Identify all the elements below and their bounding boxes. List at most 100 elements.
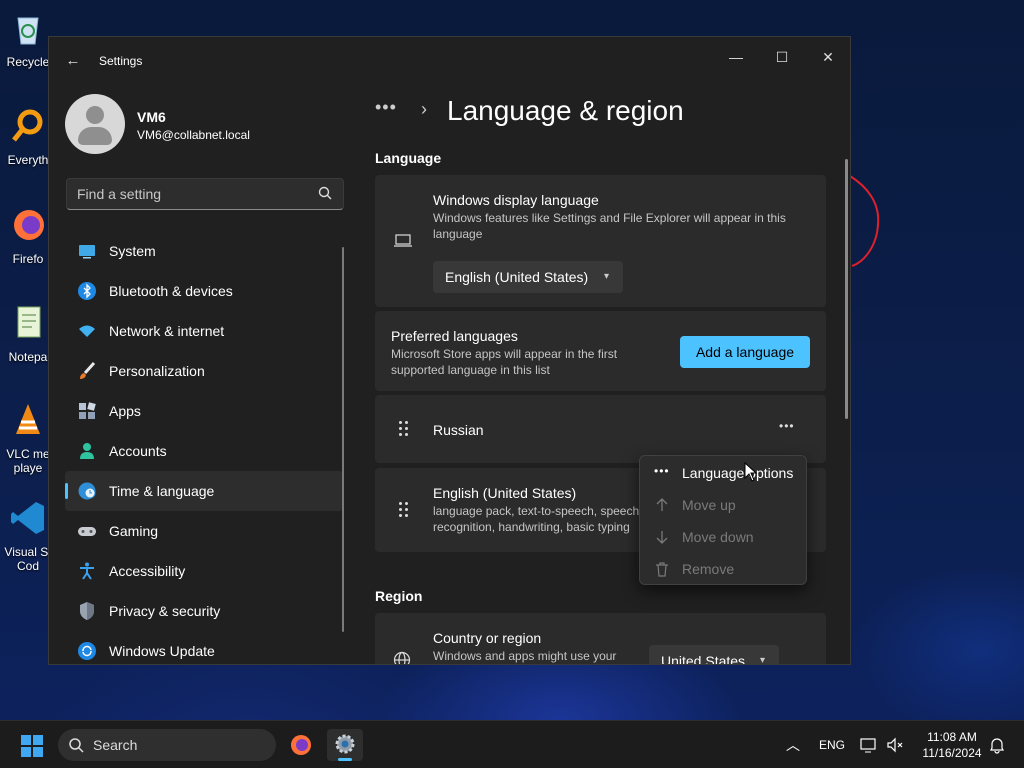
display-language-title: Windows display language [433,192,599,208]
system-clock[interactable]: 11:08 AM 11/16/2024 [912,729,992,761]
system-icon [79,245,95,259]
country-region-card: Country or region Windows and apps might… [375,613,826,665]
sidebar-item-label: Time & language [109,483,215,499]
language-details: language pack, text-to-speech, speech re… [433,504,640,534]
volume-muted-icon[interactable] [886,736,904,754]
windows-start-icon[interactable] [20,734,44,758]
country-region-description: Windows and apps might use your [433,649,617,663]
network-icon [79,325,95,337]
sidebar-item-label: Gaming [109,523,159,539]
apps-icon [79,402,96,419]
sidebar-item-time-language[interactable]: Time & language [65,471,343,511]
preferred-languages-description: Microsoft Store apps will appear in the … [391,347,618,377]
menu-item-label: Language options [682,465,794,481]
sidebar-item-label: Privacy & security [109,603,221,619]
mouse-cursor-icon [744,462,758,482]
preferred-languages-title: Preferred languages [391,328,518,344]
sidebar-nav: System Bluetooth & devices Network & int… [65,231,343,664]
country-region-dropdown[interactable]: United States ▾ [649,645,779,665]
back-arrow-icon[interactable]: ← [63,51,83,71]
sidebar-item-bluetooth[interactable]: Bluetooth & devices [65,271,343,311]
menu-item-label: Remove [682,561,735,577]
accessibility-icon [80,562,94,580]
search-icon[interactable] [317,185,333,201]
gamepad-icon [78,527,96,536]
vlc-icon [16,404,40,434]
maximize-button[interactable]: ☐ [759,43,805,71]
menu-item-language-options[interactable]: ••• Language options [644,458,802,488]
menu-item-label: Move up [682,497,736,513]
language-context-menu: ••• Language options Move up Move down R… [639,455,807,585]
menu-item-move-down[interactable]: Move down [644,522,802,552]
sidebar-item-label: Accessibility [109,563,186,579]
menu-item-label: Move down [682,529,754,545]
sidebar-item-label: Bluetooth & devices [109,283,233,299]
sidebar-item-accessibility[interactable]: Accessibility [65,551,343,591]
breadcrumb-more-button[interactable]: ••• [375,97,397,118]
find-setting-search[interactable] [66,178,344,210]
taskbar-search[interactable]: Search [58,729,276,761]
drag-handle-icon[interactable] [399,502,411,518]
taskbar: Search ︿ ENG 11:08 AM 11/16/2024 [0,720,1024,768]
region-section-title: Region [375,588,423,604]
sidebar-item-label: Network & internet [109,323,225,339]
sidebar-item-network[interactable]: Network & internet [65,311,343,351]
profile-name: VM6 [137,109,166,125]
gear-icon [335,734,355,754]
chevron-down-icon: ▾ [603,271,609,282]
sidebar-scrollbar[interactable] [342,247,344,632]
close-button[interactable]: ✕ [805,43,850,71]
tray-overflow-chevron-icon[interactable]: ︿ [786,735,800,755]
more-horizontal-icon: ••• [654,464,670,478]
country-region-title: Country or region [433,630,542,646]
chevron-down-icon: ▾ [759,655,765,665]
taskbar-settings[interactable] [327,729,363,761]
input-language-indicator[interactable]: ENG [819,738,845,752]
vscode-icon [11,502,44,534]
sidebar-item-label: Windows Update [109,643,215,659]
page-title: Language & region [447,95,684,126]
avatar[interactable] [65,94,125,154]
language-item-russian[interactable]: Russian ••• [375,395,826,463]
add-language-button[interactable]: Add a language [680,336,810,368]
trash-icon [656,562,668,577]
sidebar-item-accounts[interactable]: Accounts [65,431,343,471]
red-scribble-annotation [849,175,880,267]
display-language-dropdown[interactable]: English (United States) ▾ [433,261,623,293]
dropdown-value: English (United States) [445,269,589,285]
title-bar[interactable]: ← Settings — ☐ ✕ [49,37,850,85]
sidebar-item-apps[interactable]: Apps [65,391,343,431]
globe-icon [78,482,96,500]
clock-time: 11:08 AM [927,730,977,744]
app-title: Settings [99,54,143,68]
sidebar-item-windows-update[interactable]: Windows Update [65,631,343,664]
taskbar-firefox[interactable] [283,729,319,761]
language-name: English (United States) [433,485,577,501]
search-input[interactable] [67,179,307,209]
profile-email: VM6@collabnet.local [137,128,250,142]
network-monitor-icon[interactable] [860,736,878,754]
sidebar-item-privacy[interactable]: Privacy & security [65,591,343,631]
minimize-button[interactable]: — [713,43,759,71]
sidebar-item-gaming[interactable]: Gaming [65,511,343,551]
language-section-title: Language [375,150,442,166]
display-language-description: Windows features like Settings and File … [433,211,786,241]
display-language-card: Windows display language Windows feature… [375,175,826,307]
drag-handle-icon[interactable] [399,421,411,437]
bluetooth-icon [78,282,96,300]
language-name: Russian [433,422,484,438]
menu-item-move-up[interactable]: Move up [644,490,802,520]
more-options-button[interactable]: ••• [779,419,795,433]
firefox-icon [14,210,44,240]
globe-icon [393,651,411,664]
notification-bell-icon[interactable] [988,736,1006,754]
sidebar-item-personalization[interactable]: Personalization [65,351,343,391]
recycle-bin-icon [17,17,39,45]
notepad-plus-icon [17,306,41,338]
sidebar-item-system[interactable]: System [65,231,343,271]
menu-item-remove[interactable]: Remove [644,554,802,584]
laptop-icon [394,234,412,247]
accounts-icon [80,443,94,459]
content-scrollbar[interactable] [845,159,848,419]
clock-date: 11/16/2024 [922,746,982,760]
